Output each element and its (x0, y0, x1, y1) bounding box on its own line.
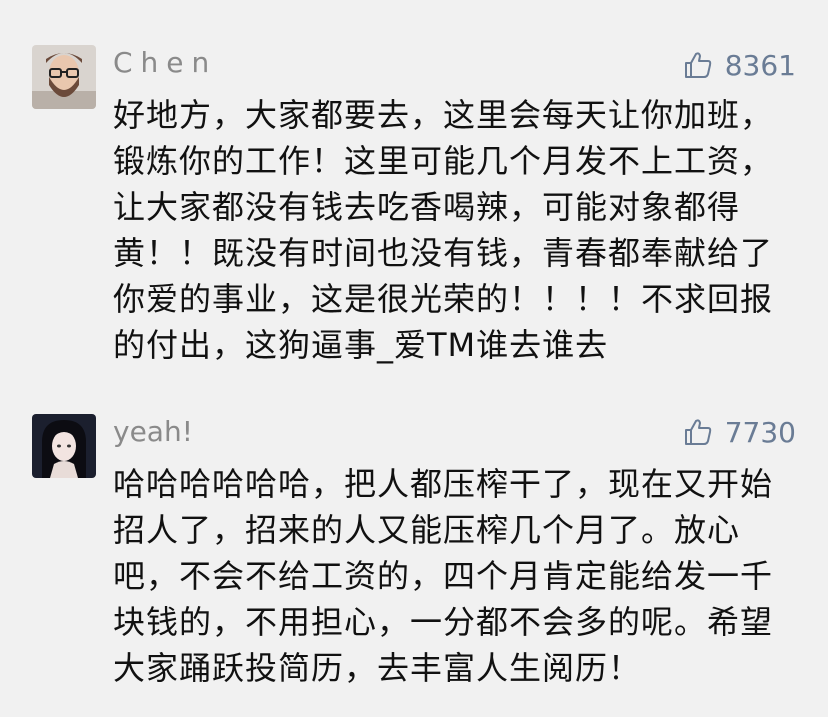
comment-line: 哈哈哈哈哈哈，把人都压榨干了，现在又开始 (113, 465, 774, 503)
comment-line: 让大家都没有钱去吃香喝辣，可能对象都得 (113, 188, 741, 226)
comments-page: Chen 8361 好地方，大家都要去，这里会每天让你加班， 锻炼你的工作！这里… (0, 0, 828, 717)
username[interactable]: Chen (113, 43, 217, 83)
comment-line: 招人了，招来的人又能压榨几个月了。放心 (113, 511, 741, 549)
comment-text: 好地方，大家都要去，这里会每天让你加班， 锻炼你的工作！这里可能几个月发不上工资… (113, 92, 803, 368)
comment-line: 你爱的事业，这是很光荣的！！！！不求回报 (113, 280, 774, 318)
like-count: 8361 (724, 48, 796, 82)
anime-girl-avatar-icon (32, 414, 96, 478)
comment-line: 锻炼你的工作！这里可能几个月发不上工资， (113, 142, 774, 180)
thumbs-up-icon (684, 52, 711, 78)
comment-line: 大家踊跃投简历，去丰富人生阅历！ (113, 649, 642, 687)
username[interactable]: yeah! (113, 412, 193, 452)
comment-line: 好地方，大家都要去，这里会每天让你加班， (113, 96, 774, 134)
comment-line: 块钱的，不用担心，一分都不会多的呢。希望 (113, 603, 774, 641)
like-button[interactable]: 8361 (683, 45, 796, 85)
like-count: 7730 (724, 415, 796, 449)
bearded-man-avatar-icon (32, 45, 96, 109)
comment-line: 黄！！既没有时间也没有钱，青春都奉献给了 (113, 234, 774, 272)
avatar[interactable] (32, 45, 96, 109)
like-button[interactable]: 7730 (683, 412, 796, 452)
comment-line: 吧，不会不给工资的，四个月肯定能给发一千 (113, 557, 774, 595)
avatar[interactable] (32, 414, 96, 478)
comment-text: 哈哈哈哈哈哈，把人都压榨干了，现在又开始 招人了，招来的人又能压榨几个月了。放心… (113, 461, 803, 691)
comment-line: 的付出，这狗逼事_爱TM谁去谁去 (113, 326, 609, 364)
thumbs-up-icon (684, 419, 711, 445)
